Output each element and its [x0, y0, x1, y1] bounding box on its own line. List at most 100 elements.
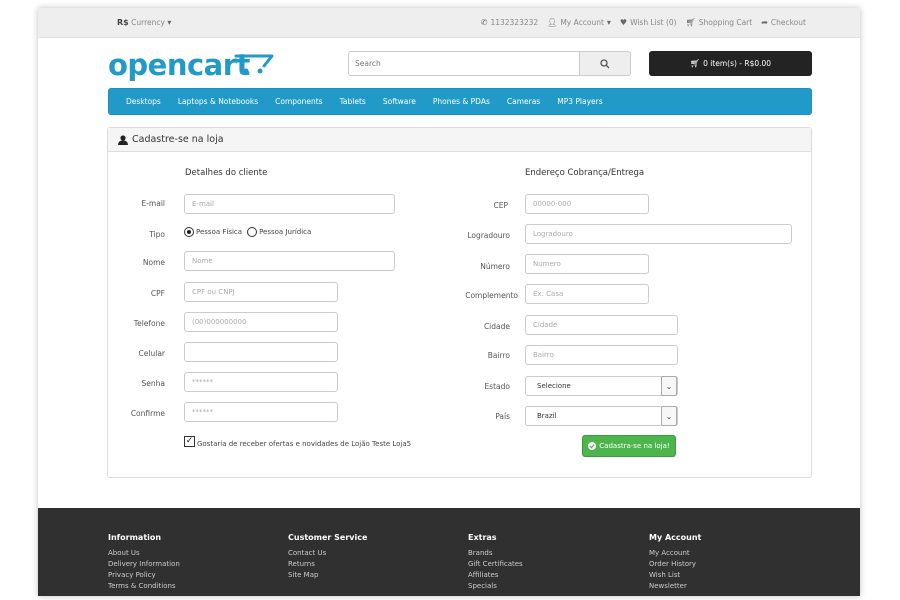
menu-item-components[interactable]: Components: [275, 97, 322, 106]
search-bar: [348, 51, 631, 76]
logo-text: opencart: [108, 48, 250, 82]
shopping-cart-link[interactable]: 🛒︎ Shopping Cart: [686, 18, 753, 27]
bairro-label: Bairro: [487, 351, 510, 360]
menu-item-mp3[interactable]: MP3 Players: [557, 97, 602, 106]
share-icon: ➦: [761, 18, 768, 27]
cart-button[interactable]: 🛒︎ 0 item(s) - R$0.00: [649, 51, 812, 76]
footer-my-account: My Account My Account Order History Wish…: [649, 533, 701, 592]
radio-pessoa-fisica[interactable]: [184, 227, 194, 237]
numero-field[interactable]: Numero: [525, 254, 649, 274]
checkout-label: Checkout: [770, 18, 806, 27]
panel-title: Cadastre-se na loja: [132, 134, 224, 145]
estado-select[interactable]: Selecione ⌄: [525, 376, 678, 396]
footer-heading: Information: [108, 533, 162, 542]
menu-item-cameras[interactable]: Cameras: [507, 97, 540, 106]
search-button[interactable]: [580, 51, 631, 76]
search-icon: [600, 58, 610, 68]
senha-label: Senha: [141, 379, 165, 388]
telefone-field[interactable]: (00)000000000: [184, 312, 338, 332]
check-circle-icon: [588, 442, 597, 450]
footer-link[interactable]: Newsletter: [649, 581, 701, 592]
cidade-field[interactable]: Cidade: [525, 315, 678, 335]
complemento-field[interactable]: Ex: Casa: [525, 284, 649, 304]
radio-pessoa-juridica[interactable]: [247, 227, 258, 237]
footer-link[interactable]: Terms & Conditions: [108, 581, 180, 592]
register-panel: Cadastre-se na loja: [107, 127, 812, 478]
tipo-label: Tipo: [149, 230, 165, 239]
cpf-label: CPF: [150, 289, 165, 298]
opencart-logo[interactable]: opencart: [108, 48, 274, 82]
footer-heading: Customer Service: [288, 533, 368, 542]
footer-link[interactable]: Gift Certificates: [468, 559, 523, 570]
category-menu: Desktops Laptops & Notebooks Components …: [108, 88, 812, 115]
currency-dropdown[interactable]: R$ Currency ▾: [117, 18, 171, 27]
register-submit-button[interactable]: Cadastra-se na loja!: [582, 435, 676, 457]
footer-link[interactable]: Affiliates: [468, 570, 523, 581]
my-account-link[interactable]: 👤︎ My Account ▾: [547, 18, 611, 27]
caret-down-icon: ▾: [606, 18, 611, 27]
confirme-label: Confirme: [130, 409, 165, 418]
currency-label: Currency: [131, 18, 165, 27]
footer-link[interactable]: My Account: [649, 548, 701, 559]
estado-label: Estado: [484, 382, 510, 391]
cart-total: 0 item(s) - R$0.00: [703, 59, 772, 68]
cep-field[interactable]: 00000-000: [525, 194, 649, 214]
cart-icon: 🛒︎: [689, 59, 701, 68]
user-icon: [118, 134, 128, 145]
numero-label: Número: [480, 262, 510, 271]
user-icon: 👤︎: [547, 18, 558, 27]
wishlist-link[interactable]: ♥ Wish List (0): [620, 18, 677, 27]
phone-link[interactable]: ✆ 1132323232: [481, 18, 538, 27]
currency-symbol: R$: [117, 18, 129, 27]
menu-item-phones[interactable]: Phones & PDAs: [433, 97, 490, 106]
pessoa-juridica-label: Pessoa Jurídica: [259, 228, 312, 236]
newsletter-label: Gostaria de receber ofertas e novidades …: [197, 440, 412, 448]
pessoa-fisica-label: Pessoa Física: [196, 228, 243, 236]
menu-item-software[interactable]: Software: [383, 97, 416, 106]
billing-address-title: Endereço Cobrança/Entrega: [525, 168, 645, 178]
footer-link[interactable]: Wish List: [649, 570, 701, 581]
caret-down-icon: ▾: [167, 18, 172, 27]
cep-label: CEP: [493, 201, 509, 210]
footer-link[interactable]: Contact Us: [288, 548, 367, 559]
menu-item-desktops[interactable]: Desktops: [126, 97, 161, 106]
menu-item-tablets[interactable]: Tablets: [340, 97, 366, 106]
footer: Information About Us Delivery Informatio…: [38, 508, 860, 596]
celular-field[interactable]: [184, 342, 338, 362]
confirme-field[interactable]: ******: [184, 402, 338, 422]
footer-link[interactable]: Site Map: [288, 570, 367, 581]
email-field[interactable]: E-mail: [184, 194, 395, 214]
shopping-cart-label: Shopping Cart: [698, 18, 753, 27]
bairro-field[interactable]: Bairro: [525, 345, 678, 365]
nome-field[interactable]: Nome: [184, 251, 395, 271]
footer-link[interactable]: Specials: [468, 581, 523, 592]
senha-field[interactable]: ******: [184, 372, 338, 392]
top-bar: R$ Currency ▾ ✆ 1132323232 👤︎ My Account ▾ …: [38, 8, 860, 38]
phone-icon: ✆: [480, 18, 488, 27]
chevron-down-icon: ⌄: [661, 376, 677, 396]
pais-select[interactable]: Brazil ⌄: [525, 406, 678, 426]
cpf-field[interactable]: CPF ou CNPJ: [184, 282, 338, 302]
menu-item-laptops[interactable]: Laptops & Notebooks: [178, 97, 258, 106]
panel-heading: Cadastre-se na loja: [108, 128, 811, 152]
newsletter-checkbox[interactable]: ✓: [184, 436, 195, 447]
footer-link[interactable]: Delivery Information: [108, 559, 180, 570]
footer-link[interactable]: Privacy Policy: [108, 570, 180, 581]
footer-link[interactable]: Returns: [288, 559, 367, 570]
phone-number: 1132323232: [490, 18, 539, 27]
nome-label: Nome: [142, 258, 165, 267]
tipo-radio-group: Pessoa Física Pessoa Jurídica: [184, 227, 311, 237]
footer-link[interactable]: About Us: [108, 548, 180, 559]
browser-page: R$ Currency ▾ ✆ 1132323232 👤︎ My Account ▾ …: [38, 8, 860, 596]
checkout-link[interactable]: ➦ Checkout: [761, 18, 806, 27]
footer-link[interactable]: Brands: [468, 548, 523, 559]
cidade-label: Cidade: [483, 322, 510, 331]
logradouro-field[interactable]: Logradouro: [525, 224, 792, 244]
search-input[interactable]: [348, 51, 580, 76]
estado-value: Selecione: [537, 382, 571, 390]
complemento-label: Complemento: [465, 291, 518, 300]
footer-customer-service: Customer Service Contact Us Returns Site…: [288, 533, 367, 581]
footer-link[interactable]: Order History: [649, 559, 701, 570]
top-links: ✆ 1132323232 👤︎ My Account ▾ ♥ Wish List (0)…: [481, 18, 806, 27]
pais-label: País: [495, 412, 510, 421]
